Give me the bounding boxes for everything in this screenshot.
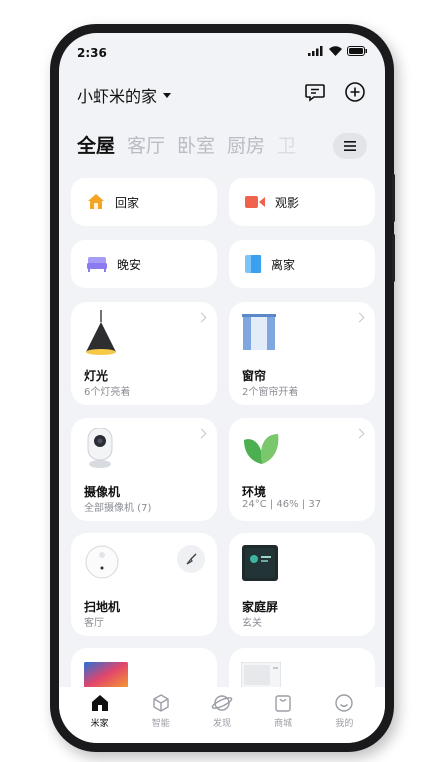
nav-item-profile[interactable]: 我的 (319, 693, 369, 743)
power-button (392, 234, 395, 282)
device-name: 窗帘 (242, 369, 267, 383)
home-icon (91, 695, 108, 711)
add-icon[interactable] (343, 80, 367, 104)
broom-icon (186, 553, 197, 565)
door-icon (245, 255, 261, 273)
device-grid[interactable]: 回家 观影 晚安 离家 灯光 6个灯亮着 窗帘 2个窗帘开着 摄像机 全部摄像机… (71, 178, 375, 698)
chevron-right-icon (196, 312, 207, 323)
device-status: 玄关 (242, 618, 262, 629)
tab-bedroom[interactable]: 卧室 (177, 131, 215, 158)
device-name: 扫地机 (84, 600, 121, 614)
volume-button (392, 174, 395, 222)
curtain-icon (242, 314, 276, 350)
device-status: 24°C | 46% | 37 (242, 499, 322, 510)
leaf-icon (244, 434, 279, 464)
nav-label: 商城 (274, 719, 293, 729)
room-tabs: 全屋 客厅 卧室 厨房 卫 (77, 131, 357, 158)
room-menu-button[interactable] (333, 133, 367, 159)
nav-label: 我的 (335, 719, 354, 729)
smart-display-icon (242, 545, 278, 581)
bed-icon (87, 257, 107, 272)
device-card-cameras[interactable]: 摄像机 全部摄像机 (7) (71, 418, 217, 521)
nav-label: 智能 (151, 719, 170, 729)
device-name: 环境 (242, 485, 267, 499)
app-screen: 2:36 小虾米的家 全屋 客厅 卧室 厨房 卫 回家 观影 晚安 离家 灯光 … (59, 33, 385, 743)
scene-good-night-button[interactable]: 晚安 (71, 240, 217, 288)
scene-leave-home-button[interactable]: 离家 (229, 240, 375, 288)
device-card-robot-vacuum[interactable]: 扫地机 客厅 (71, 533, 217, 636)
smart-cube-icon (153, 694, 169, 712)
device-name: 灯光 (84, 369, 109, 383)
microwave-icon (241, 662, 281, 688)
menu-icon (344, 141, 356, 151)
caret-down-icon (163, 92, 172, 98)
bottom-nav: 米家 智能 发现 商城 我的 (59, 687, 385, 743)
device-name: 家庭屏 (242, 600, 279, 614)
nav-item-home[interactable]: 米家 (75, 693, 125, 743)
device-name: 摄像机 (84, 485, 121, 499)
battery-icon (347, 46, 367, 56)
phone-frame: 2:36 小虾米的家 全屋 客厅 卧室 厨房 卫 回家 观影 晚安 离家 灯光 … (50, 24, 395, 752)
shop-bag-icon (275, 695, 291, 712)
scene-movie-button[interactable]: 观影 (229, 178, 375, 226)
scene-label: 晚安 (117, 257, 142, 272)
tab-living-room[interactable]: 客厅 (127, 131, 165, 158)
device-status: 客厅 (84, 618, 104, 629)
robot-vacuum-icon (85, 545, 119, 579)
nav-item-smart[interactable]: 智能 (136, 693, 186, 743)
device-status: 全部摄像机 (7) (84, 503, 152, 514)
smiley-icon (335, 694, 354, 712)
wifi-icon (329, 46, 342, 56)
nav-label: 发现 (212, 719, 231, 729)
device-card-curtains[interactable]: 窗帘 2个窗帘开着 (229, 302, 375, 405)
security-camera-icon (87, 428, 113, 468)
tab-all-rooms[interactable]: 全屋 (77, 131, 115, 158)
planet-icon (211, 695, 233, 711)
signal-icon (308, 46, 323, 56)
device-card-home-display[interactable]: 家庭屏 玄关 (229, 533, 375, 636)
scene-label: 离家 (271, 257, 296, 272)
device-card-environment[interactable]: 环境 24°C | 46% | 37 (229, 418, 375, 521)
chevron-right-icon (196, 428, 207, 439)
nav-label: 米家 (90, 719, 109, 729)
scene-label: 回家 (115, 195, 140, 210)
home-selector[interactable]: 小虾米的家 (77, 83, 172, 107)
status-time: 2:36 (77, 46, 107, 60)
video-camera-icon (245, 196, 265, 208)
device-status: 6个灯亮着 (84, 387, 131, 398)
nav-item-shop[interactable]: 商城 (258, 693, 308, 743)
chevron-right-icon (354, 312, 365, 323)
house-icon (88, 194, 104, 209)
message-icon[interactable] (303, 80, 327, 104)
tab-kitchen[interactable]: 厨房 (227, 131, 265, 158)
nav-item-discover[interactable]: 发现 (197, 693, 247, 743)
device-card-lights[interactable]: 灯光 6个灯亮着 (71, 302, 217, 405)
chevron-right-icon (354, 428, 365, 439)
start-cleaning-button[interactable] (177, 545, 205, 573)
status-bar: 2:36 (59, 33, 385, 73)
device-status: 2个窗帘开着 (242, 387, 299, 398)
tv-icon (84, 662, 128, 688)
scene-label: 观影 (275, 195, 300, 210)
scene-go-home-button[interactable]: 回家 (71, 178, 217, 226)
status-icons (308, 46, 367, 56)
pendant-lamp-icon (86, 310, 116, 355)
home-title: 小虾米的家 (77, 87, 158, 106)
tab-bathroom[interactable]: 卫 (277, 131, 296, 158)
